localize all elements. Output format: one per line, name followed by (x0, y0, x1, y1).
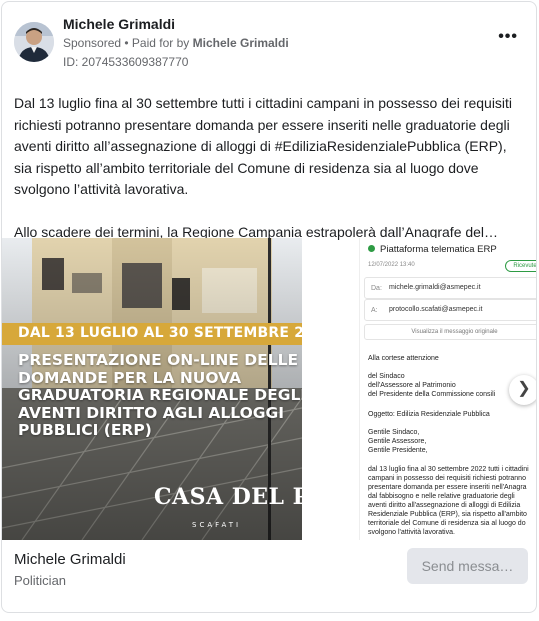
email-body: dal 13 luglio fina al 30 settembre 2022 … (368, 466, 529, 536)
email-to: protocollo.scafati@asmepec.it (389, 306, 483, 313)
email-from-row: Da: michele.grimaldi@asmepec.it (364, 277, 536, 299)
media-carousel: DAL 13 LUGLIO AL 30 SETTEMBRE 2022 PRESE… (2, 238, 536, 540)
sponsored-line: Sponsored • Paid for by Michele Grimaldi (63, 36, 289, 50)
email-attention: Alla cortese attenzione (368, 355, 439, 362)
ad-card: Michele Grimaldi Sponsored • Paid for by… (1, 1, 537, 613)
brand-logo-text: CASA DEL POPOLO (154, 484, 302, 510)
body-paragraph-1: Dal 13 luglio fina al 30 settembre tutti… (14, 95, 513, 197)
footer-page-name[interactable]: Michele Grimaldi (14, 551, 126, 568)
email-title-text: Piattaforma telematica ERP (380, 244, 497, 255)
carousel-slide-1[interactable]: DAL 13 LUGLIO AL 30 SETTEMBRE 2022 PRESE… (2, 238, 302, 540)
ad-footer: Michele Grimaldi Politician Send messa… (2, 540, 536, 600)
email-subject: Oggetto: Edilizia Residenziale Pubblica (368, 411, 490, 418)
ad-id: ID: 2074533609387770 (63, 55, 189, 69)
email-from-label: Da: (371, 285, 382, 292)
email-title: Piattaforma telematica ERP (368, 244, 497, 255)
footer-category: Politician (14, 573, 67, 588)
email-to-row: A: protocollo.scafati@asmepec.it (364, 299, 536, 321)
email-salutation: Gentile Sindaco, Gentile Assessore, Gent… (368, 429, 428, 454)
page-name[interactable]: Michele Grimaldi (63, 16, 175, 32)
more-horizontal-icon[interactable]: ••• (498, 28, 518, 46)
email-from: michele.grimaldi@asmepec.it (389, 284, 481, 291)
date-banner: DAL 13 LUGLIO AL 30 SETTEMBRE 2022 (2, 323, 302, 345)
avatar-image (14, 22, 54, 62)
view-original-link: Visualizza il messaggio originale (364, 324, 536, 340)
chevron-right-icon[interactable]: ❯ (509, 375, 536, 405)
slide-headline: PRESENTAZIONE ON-LINE DELLE DOMANDE PER … (18, 351, 302, 439)
payer-name: Michele Grimaldi (192, 36, 289, 50)
status-dot-icon (368, 245, 375, 252)
paid-for-label: • Paid for by (124, 36, 190, 50)
email-date: 12/07/2022 13:40 (368, 262, 415, 268)
send-message-button[interactable]: Send messa… (407, 548, 528, 584)
email-status-badge: Ricevute (505, 260, 536, 272)
brand-logo-subtext: SCAFATI (192, 521, 242, 529)
email-to-label: A: (371, 307, 378, 314)
sponsored-label: Sponsored (63, 36, 122, 50)
ad-header: Michele Grimaldi Sponsored • Paid for by… (2, 2, 536, 82)
page-avatar[interactable] (14, 22, 54, 62)
date-banner-text: DAL 13 LUGLIO AL 30 SETTEMBRE 2022 (18, 325, 302, 341)
ad-body-text: Dal 13 luglio fina al 30 settembre tutti… (14, 93, 526, 243)
